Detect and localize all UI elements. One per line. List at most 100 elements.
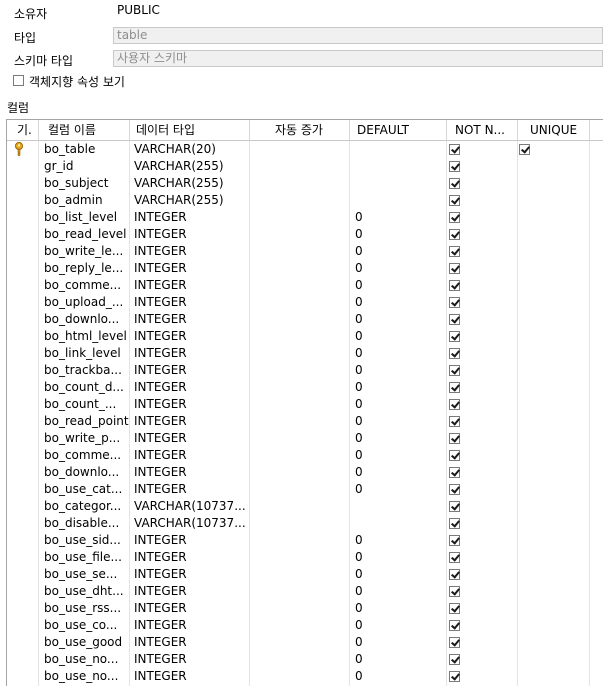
column-name-cell[interactable]: bo_count_... — [39, 396, 130, 413]
default-cell[interactable]: 0 — [350, 447, 447, 464]
not-null-checkbox[interactable] — [449, 671, 460, 682]
auto-increment-cell[interactable] — [250, 277, 350, 294]
table-row[interactable]: bo_use_no... INTEGER 0 — [7, 651, 603, 668]
column-name-cell[interactable]: bo_read_level — [39, 226, 130, 243]
table-row[interactable]: bo_read_point INTEGER 0 — [7, 413, 603, 430]
table-row[interactable]: bo_trackba... INTEGER 0 — [7, 362, 603, 379]
auto-increment-cell[interactable] — [250, 396, 350, 413]
not-null-checkbox[interactable] — [449, 535, 460, 546]
not-null-checkbox[interactable] — [449, 263, 460, 274]
default-cell[interactable]: 0 — [350, 277, 447, 294]
data-type-cell[interactable]: INTEGER — [130, 413, 250, 430]
data-type-cell[interactable]: INTEGER — [130, 396, 250, 413]
table-row[interactable]: bo_table VARCHAR(20) — [7, 141, 603, 158]
not-null-checkbox[interactable] — [449, 637, 460, 648]
table-row[interactable]: bo_use_rss... INTEGER 0 — [7, 600, 603, 617]
not-null-checkbox[interactable] — [449, 161, 460, 172]
not-null-checkbox[interactable] — [449, 620, 460, 631]
not-null-checkbox[interactable] — [449, 365, 460, 376]
auto-increment-cell[interactable] — [250, 141, 350, 158]
data-type-cell[interactable]: VARCHAR(255) — [130, 158, 250, 175]
column-name-cell[interactable]: bo_categor... — [39, 498, 130, 515]
auto-increment-cell[interactable] — [250, 379, 350, 396]
auto-increment-cell[interactable] — [250, 668, 350, 685]
not-null-checkbox[interactable] — [449, 654, 460, 665]
not-null-checkbox[interactable] — [449, 569, 460, 580]
column-name-cell[interactable]: bo_disable... — [39, 515, 130, 532]
default-cell[interactable]: 0 — [350, 311, 447, 328]
default-cell[interactable]: 0 — [350, 549, 447, 566]
column-name-cell[interactable]: bo_write_p... — [39, 430, 130, 447]
auto-increment-cell[interactable] — [250, 515, 350, 532]
auto-increment-cell[interactable] — [250, 345, 350, 362]
column-name-cell[interactable]: bo_write_le... — [39, 243, 130, 260]
auto-increment-cell[interactable] — [250, 566, 350, 583]
not-null-checkbox[interactable] — [449, 178, 460, 189]
header-key[interactable]: 기. — [7, 120, 39, 140]
default-cell[interactable]: 0 — [350, 532, 447, 549]
header-unique[interactable]: UNIQUE — [518, 120, 590, 140]
object-oriented-checkbox[interactable] — [13, 75, 24, 86]
not-null-checkbox[interactable] — [449, 433, 460, 444]
auto-increment-cell[interactable] — [250, 192, 350, 209]
column-name-cell[interactable]: bo_comme... — [39, 277, 130, 294]
table-row[interactable]: bo_write_le... INTEGER 0 — [7, 243, 603, 260]
not-null-checkbox[interactable] — [449, 331, 460, 342]
data-type-cell[interactable]: INTEGER — [130, 583, 250, 600]
not-null-checkbox[interactable] — [449, 552, 460, 563]
table-row[interactable]: bo_disable... VARCHAR(10737... — [7, 515, 603, 532]
not-null-checkbox[interactable] — [449, 416, 460, 427]
data-type-cell[interactable]: INTEGER — [130, 566, 250, 583]
table-row[interactable]: bo_categor... VARCHAR(10737... — [7, 498, 603, 515]
data-type-cell[interactable]: INTEGER — [130, 617, 250, 634]
auto-increment-cell[interactable] — [250, 328, 350, 345]
auto-increment-cell[interactable] — [250, 209, 350, 226]
column-name-cell[interactable]: gr_id — [39, 158, 130, 175]
data-type-cell[interactable]: INTEGER — [130, 328, 250, 345]
table-row[interactable]: bo_use_dht... INTEGER 0 — [7, 583, 603, 600]
auto-increment-cell[interactable] — [250, 498, 350, 515]
table-row[interactable]: bo_link_level INTEGER 0 — [7, 345, 603, 362]
data-type-cell[interactable]: VARCHAR(10737... — [130, 515, 250, 532]
auto-increment-cell[interactable] — [250, 583, 350, 600]
not-null-checkbox[interactable] — [449, 212, 460, 223]
table-row[interactable]: bo_use_se... INTEGER 0 — [7, 566, 603, 583]
default-cell[interactable]: 0 — [350, 617, 447, 634]
column-name-cell[interactable]: bo_use_se... — [39, 566, 130, 583]
data-type-cell[interactable]: INTEGER — [130, 379, 250, 396]
default-cell[interactable]: 0 — [350, 328, 447, 345]
data-type-cell[interactable]: INTEGER — [130, 226, 250, 243]
column-name-cell[interactable]: bo_html_level — [39, 328, 130, 345]
table-row[interactable]: bo_use_no... INTEGER 0 — [7, 668, 603, 685]
default-cell[interactable]: 0 — [350, 243, 447, 260]
data-type-cell[interactable]: INTEGER — [130, 668, 250, 685]
not-null-checkbox[interactable] — [449, 297, 460, 308]
auto-increment-cell[interactable] — [250, 447, 350, 464]
auto-increment-cell[interactable] — [250, 226, 350, 243]
auto-increment-cell[interactable] — [250, 260, 350, 277]
data-type-cell[interactable]: INTEGER — [130, 311, 250, 328]
column-name-cell[interactable]: bo_use_co... — [39, 617, 130, 634]
table-row[interactable]: bo_comme... INTEGER 0 — [7, 277, 603, 294]
default-cell[interactable]: 0 — [350, 464, 447, 481]
table-row[interactable]: bo_count_d... INTEGER 0 — [7, 379, 603, 396]
column-name-cell[interactable]: bo_comme... — [39, 447, 130, 464]
header-default[interactable]: DEFAULT — [350, 120, 447, 140]
auto-increment-cell[interactable] — [250, 430, 350, 447]
auto-increment-cell[interactable] — [250, 464, 350, 481]
auto-increment-cell[interactable] — [250, 549, 350, 566]
default-cell[interactable] — [350, 498, 447, 515]
data-type-cell[interactable]: INTEGER — [130, 481, 250, 498]
default-cell[interactable]: 0 — [350, 481, 447, 498]
table-row[interactable]: bo_admin VARCHAR(255) — [7, 192, 603, 209]
table-row[interactable]: bo_read_level INTEGER 0 — [7, 226, 603, 243]
table-row[interactable]: bo_use_good INTEGER 0 — [7, 634, 603, 651]
data-type-cell[interactable]: INTEGER — [130, 277, 250, 294]
default-cell[interactable] — [350, 141, 447, 158]
not-null-checkbox[interactable] — [449, 229, 460, 240]
not-null-checkbox[interactable] — [449, 501, 460, 512]
not-null-checkbox[interactable] — [449, 484, 460, 495]
header-auto-increment[interactable]: 자동 증가 — [250, 120, 350, 140]
table-row[interactable]: bo_list_level INTEGER 0 — [7, 209, 603, 226]
not-null-checkbox[interactable] — [449, 586, 460, 597]
